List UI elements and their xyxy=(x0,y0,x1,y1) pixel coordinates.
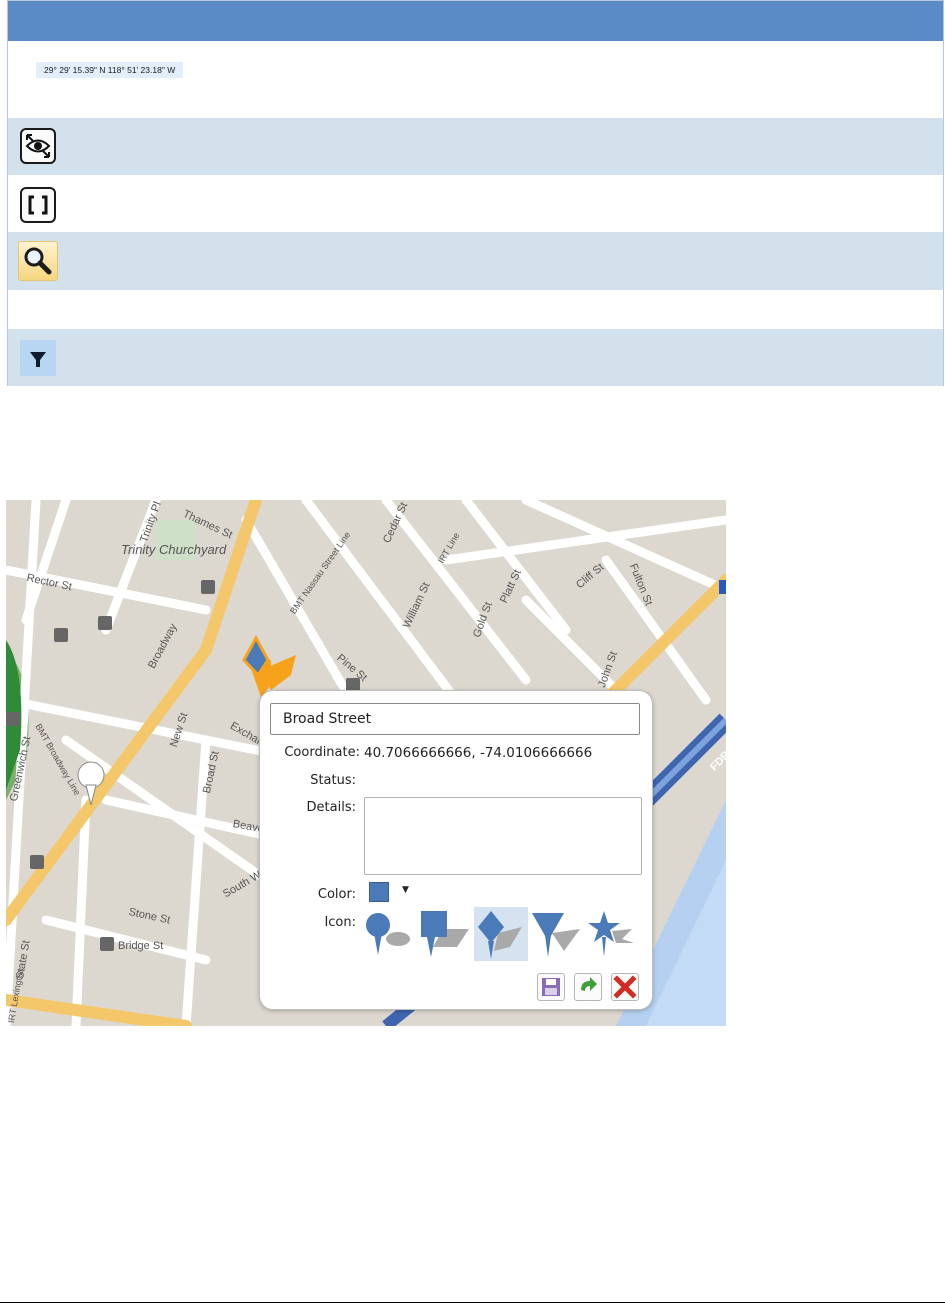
square-pin-icon[interactable] xyxy=(417,907,471,961)
eye-arrow-icon[interactable] xyxy=(20,128,56,164)
table-row-extent xyxy=(8,175,943,232)
icon-label: Icon: xyxy=(324,915,356,930)
circle-pin-icon[interactable] xyxy=(360,907,414,961)
triangle-pin-icon[interactable] xyxy=(530,907,584,961)
coordinate-value: 40.7066666666, -74.0106666666 xyxy=(364,745,593,761)
magnifier-icon[interactable] xyxy=(18,241,58,281)
redo-icon xyxy=(581,977,597,991)
map-label-bridge-st: Bridge St xyxy=(118,940,164,952)
brackets-icon[interactable] xyxy=(20,187,56,223)
properties-table: 29° 29' 15.39" N 118° 51' 23.18" W xyxy=(7,0,944,386)
details-textarea[interactable] xyxy=(364,797,642,875)
map-label-trinity-churchyard: Trinity Churchyard xyxy=(121,542,227,557)
coordinate-label: Coordinate: xyxy=(284,745,360,760)
marker-title-input[interactable]: Broad Street xyxy=(270,703,640,735)
color-swatch[interactable] xyxy=(369,882,389,902)
coordinate-display: 29° 29' 15.39" N 118° 51' 23.18" W xyxy=(36,62,184,78)
marker-edit-popup: Broad Street Coordinate: 40.7066666666, … xyxy=(259,690,653,1010)
star-pin-icon[interactable] xyxy=(586,907,640,961)
table-row-view xyxy=(8,118,943,175)
color-label: Color: xyxy=(317,887,356,902)
save-icon xyxy=(542,978,560,996)
diamond-pin-icon[interactable] xyxy=(474,907,528,961)
table-row-filter xyxy=(8,329,943,386)
table-row-empty xyxy=(8,290,943,329)
filter-icon[interactable] xyxy=(20,340,56,376)
status-label: Status: xyxy=(310,773,356,788)
delete-icon xyxy=(613,975,637,999)
delete-button[interactable] xyxy=(611,973,639,1001)
save-button[interactable] xyxy=(537,973,565,1001)
table-row-coordinate: 29° 29' 15.39" N 118° 51' 23.18" W xyxy=(8,41,943,118)
white-pin-marker-icon[interactable] xyxy=(76,760,106,808)
table-row-search xyxy=(8,232,943,290)
details-label: Details: xyxy=(306,800,356,815)
redo-button[interactable] xyxy=(574,973,602,1001)
table-header xyxy=(8,1,943,41)
color-dropdown-caret-icon[interactable]: ▼ xyxy=(402,885,409,895)
warning-marker-icon[interactable] xyxy=(242,636,298,698)
